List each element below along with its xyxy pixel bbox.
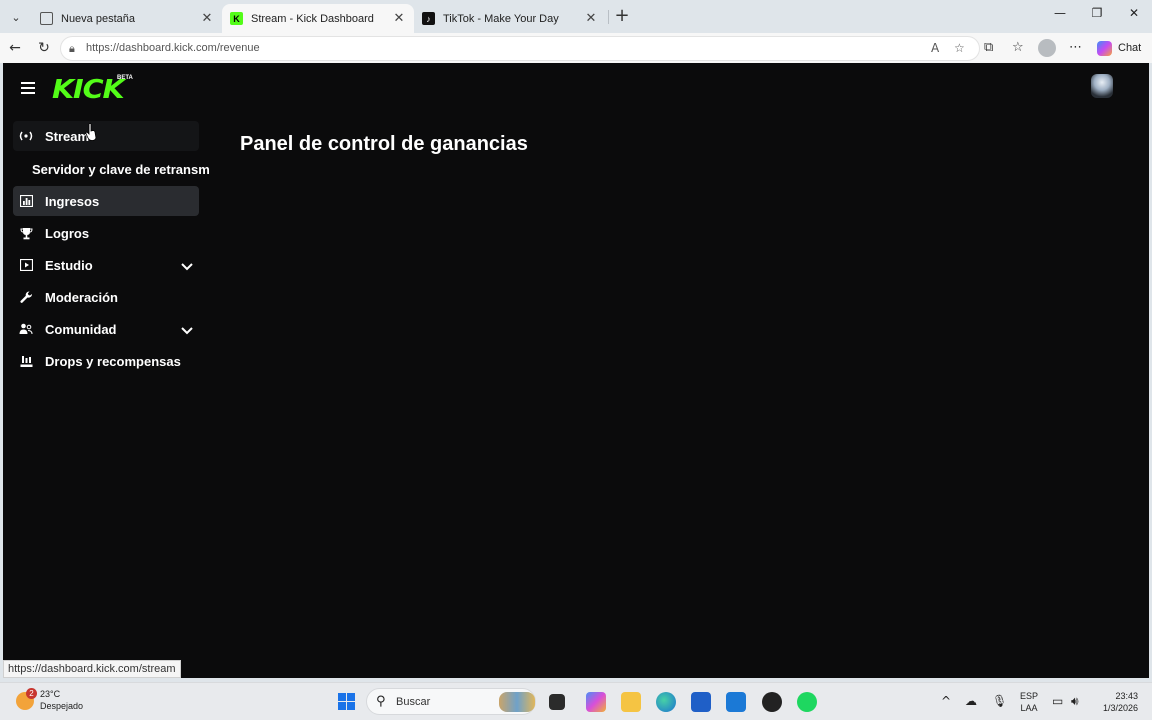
beta-badge: BETA	[117, 75, 133, 81]
tab-divider	[608, 10, 609, 24]
sidebar-item-logros[interactable]: Logros	[13, 218, 199, 248]
input-language[interactable]: ESP LAA	[1020, 690, 1038, 714]
sidebar-item-stream[interactable]: Stream	[13, 121, 199, 151]
clock[interactable]: 23:43 1/3/2026	[1094, 690, 1138, 714]
close-icon[interactable]: ✕	[392, 11, 406, 26]
edge-browser-icon[interactable]	[656, 692, 676, 712]
hand-cursor-icon	[85, 123, 97, 141]
sidebar-item-label: Comunidad	[45, 321, 117, 337]
tab-tiktok[interactable]: ♪ TikTok - Make Your Day ✕	[414, 4, 606, 33]
profile-avatar-icon[interactable]	[1038, 39, 1056, 57]
sidebar-item-label: Estudio	[45, 257, 93, 273]
copilot-chat-button[interactable]: Chat	[1097, 39, 1141, 57]
windows-start-icon[interactable]	[338, 693, 355, 710]
spotify-icon[interactable]	[797, 692, 817, 712]
reload-icon[interactable]: ↻	[35, 39, 53, 57]
sidebar-item-label: Stream	[45, 128, 90, 144]
sidebar-item-ingresos[interactable]: Ingresos	[13, 186, 199, 216]
link-status-tooltip: https://dashboard.kick.com/stream	[3, 660, 181, 678]
sidebar-item-estudio[interactable]: Estudio	[13, 250, 199, 280]
microphone-icon[interactable]: 🎙︎	[992, 694, 1007, 708]
sidebar-subitem-servidor[interactable]: Servidor y clave de retransm	[32, 154, 210, 184]
close-icon[interactable]: ✕	[200, 11, 214, 26]
task-view-icon[interactable]	[549, 694, 565, 710]
read-aloud-icon[interactable]: A	[931, 41, 939, 55]
trophy-icon	[19, 227, 33, 240]
tab-nueva-pestana[interactable]: Nueva pestaña ✕	[32, 4, 222, 33]
chat-label: Chat	[1118, 42, 1142, 54]
show-hidden-icons-chevron-icon[interactable]: ^	[941, 694, 951, 708]
app-icon[interactable]	[762, 692, 782, 712]
tab-title: Stream - Kick Dashboard	[251, 12, 374, 25]
minimize-icon[interactable]: —	[1045, 6, 1075, 26]
tab-kick-dashboard[interactable]: K Stream - Kick Dashboard ✕	[222, 4, 414, 33]
back-arrow-icon[interactable]: ←	[6, 39, 24, 57]
sidebar-item-label: Ingresos	[45, 193, 100, 209]
studio-icon	[19, 259, 33, 271]
keyboard-layout: LAA	[1020, 703, 1038, 713]
tab-title: TikTok - Make Your Day	[443, 12, 559, 25]
kick-dashboard-page: KICK BETA Stream Servidor y clave de ret…	[3, 63, 1149, 678]
tiktok-favicon-icon: ♪	[422, 12, 435, 25]
notification-badge: 2	[26, 688, 37, 699]
tab-list-chevron-icon[interactable]: ⌄	[6, 7, 26, 27]
weather-description: Despejado	[40, 701, 84, 711]
volume-icon[interactable]: 🔊︎	[1071, 694, 1079, 709]
copilot-icon	[1097, 40, 1112, 56]
sidebar-item-moderacion[interactable]: Moderación	[13, 282, 199, 312]
search-highlight-image	[499, 692, 535, 712]
onedrive-icon[interactable]: ☁	[965, 694, 977, 708]
weather-widget[interactable]: 2 23°C Despejado	[16, 688, 83, 712]
sidebar-item-label: Moderación	[45, 289, 118, 305]
close-icon[interactable]: ✕	[584, 11, 598, 26]
search-icon: ⚲	[376, 694, 386, 709]
sidebar-item-comunidad[interactable]: Comunidad	[13, 314, 199, 344]
address-bar[interactable]: 🔒︎ https://dashboard.kick.com/revenue A …	[60, 36, 980, 61]
taskbar-search[interactable]: ⚲ Buscar	[366, 688, 536, 715]
site-info-icon[interactable]: 🔒︎	[69, 42, 75, 56]
weather-sun-icon: 2	[16, 688, 37, 710]
file-explorer-icon[interactable]	[621, 692, 641, 712]
sidebar-item-label: Logros	[45, 225, 90, 241]
chevron-down-icon[interactable]	[181, 323, 193, 338]
kick-favicon-icon: K	[230, 12, 243, 25]
windows-taskbar: 2 23°C Despejado ⚲ Buscar ^ ☁ 🎙︎ ESP LAA…	[0, 682, 1152, 720]
kick-logo[interactable]: KICK	[52, 75, 125, 105]
new-tab-plus-icon[interactable]: +	[612, 7, 632, 27]
copilot-app-icon[interactable]	[586, 692, 606, 712]
language-code: ESP	[1020, 691, 1039, 701]
extensions-icon[interactable]: ⧉	[984, 40, 993, 55]
clock-date: 1/3/2026	[1102, 703, 1138, 713]
sidebar-item-label: Drops y recompensas	[45, 353, 181, 369]
window-close-icon[interactable]: ✕	[1119, 6, 1149, 26]
more-menu-icon[interactable]: ⋯	[1069, 40, 1082, 55]
sidebar-item-label: Servidor y clave de retransm	[32, 161, 210, 177]
favorites-icon[interactable]: ☆	[1012, 40, 1024, 55]
outlook-icon[interactable]	[726, 692, 746, 712]
user-avatar[interactable]	[1091, 74, 1113, 98]
wrench-icon	[19, 290, 33, 304]
page-title: Panel de control de ganancias	[240, 133, 528, 155]
weather-temperature: 23°C	[40, 689, 61, 699]
chevron-down-icon[interactable]	[181, 259, 193, 274]
restore-icon[interactable]: ❐	[1082, 6, 1112, 26]
chart-icon	[19, 195, 33, 207]
browser-toolbar: ← ↻ 🔒︎ https://dashboard.kick.com/revenu…	[0, 33, 1152, 63]
page-icon	[40, 12, 53, 25]
favorite-star-icon[interactable]: ☆	[954, 41, 965, 55]
microsoft-store-icon[interactable]	[691, 692, 711, 712]
display-icon[interactable]: ▭	[1052, 694, 1063, 708]
sidebar-item-drops[interactable]: Drops y recompensas	[13, 346, 199, 376]
community-icon	[19, 323, 33, 335]
hamburger-menu-icon[interactable]	[21, 82, 35, 94]
address-url: https://dashboard.kick.com/revenue	[86, 42, 260, 54]
drops-icon	[19, 355, 33, 368]
tab-title: Nueva pestaña	[61, 12, 135, 25]
tab-strip: ⌄ Nueva pestaña ✕ K Stream - Kick Dashbo…	[0, 0, 1152, 33]
broadcast-icon	[19, 130, 33, 142]
search-placeholder: Buscar	[396, 696, 431, 708]
clock-time: 23:43	[1115, 691, 1138, 701]
